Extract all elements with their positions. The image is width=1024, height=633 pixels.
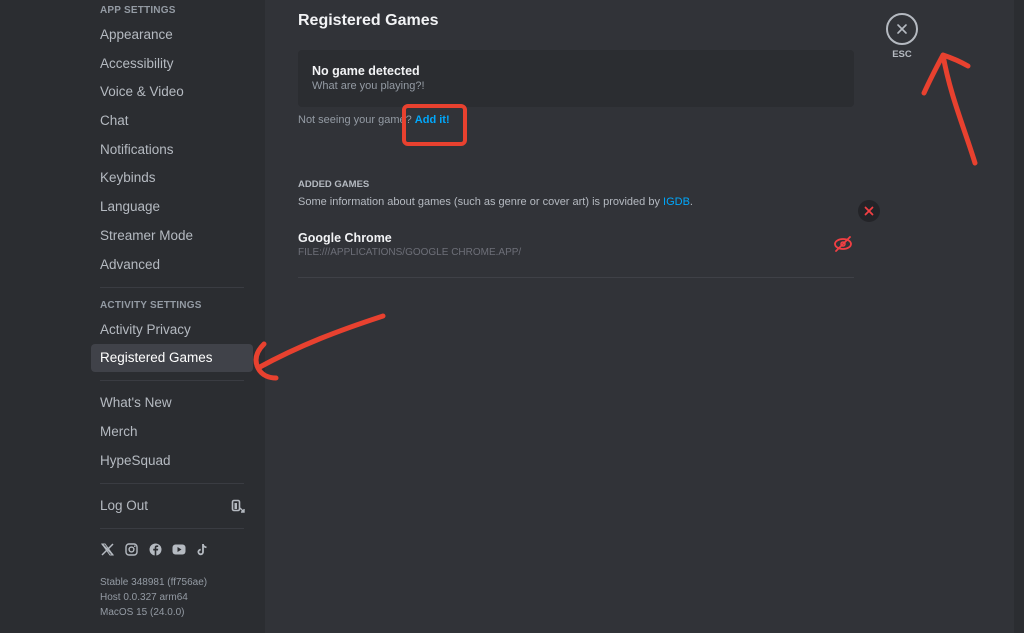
igdb-info-suffix: . [689, 196, 693, 208]
instagram-icon[interactable] [124, 543, 138, 557]
sidebar-divider [100, 527, 244, 529]
game-path: FILE:///APPLICATIONS/GOOGLE CHROME.APP/ [298, 247, 522, 258]
sidebar-item-merch[interactable]: Merch [91, 418, 253, 446]
sidebar-item-label: Activity Privacy [100, 321, 191, 337]
sidebar-item-label: Voice & Video [100, 84, 184, 100]
now-playing-subtitle: What are you playing?! [312, 80, 425, 92]
esc-label: ESC [892, 49, 912, 60]
sidebar-divider [100, 380, 244, 382]
app-settings-header: App Settings [100, 5, 176, 16]
tiktok-icon[interactable] [196, 543, 210, 557]
sidebar-item-streamer-mode[interactable]: Streamer Mode [91, 222, 253, 250]
igdb-link[interactable]: IGDB [663, 196, 690, 208]
sidebar-item-notifications[interactable]: Notifications [91, 136, 253, 164]
not-seeing-text: Not seeing your game? [298, 114, 412, 126]
sidebar-item-registered-games[interactable]: Registered Games [91, 344, 253, 373]
sidebar-item-hypesquad[interactable]: HypeSquad [91, 447, 253, 475]
sidebar-divider [100, 286, 244, 288]
sidebar-item-label: Merch [100, 423, 138, 439]
sidebar-item-label: Notifications [100, 141, 174, 157]
sidebar-item-voice-video[interactable]: Voice & Video [91, 78, 253, 106]
sidebar-item-label: Accessibility [100, 55, 174, 71]
igdb-info-text: Some information about games (such as ge… [298, 196, 664, 208]
not-seeing-game-row: Not seeing your game? Add it! [298, 114, 450, 126]
sidebar-divider [100, 482, 244, 484]
activity-settings-header: Activity Settings [100, 299, 202, 311]
sidebar-item-keybinds[interactable]: Keybinds [91, 164, 253, 192]
x-icon[interactable] [100, 543, 114, 557]
sidebar-item-language[interactable]: Language [91, 193, 253, 221]
facebook-icon[interactable] [148, 543, 162, 557]
added-games-header: Added Games [298, 179, 370, 190]
settings-sidebar: App Settings Appearance Accessibility Vo… [91, 0, 253, 633]
page-title: Registered Games [298, 12, 439, 29]
sidebar-item-label: What's New [100, 395, 172, 411]
sidebar-item-label: Chat [100, 113, 129, 129]
sidebar-item-label: HypeSquad [100, 452, 171, 468]
sidebar-item-label: Language [100, 199, 161, 215]
sidebar-item-chat[interactable]: Chat [91, 107, 253, 135]
close-icon [864, 206, 874, 216]
annotation-arrow-esc [921, 52, 978, 166]
added-game-row: Google Chrome FILE:///APPLICATIONS/GOOGL… [298, 223, 854, 278]
close-settings-button[interactable] [886, 13, 918, 45]
sidebar-item-advanced[interactable]: Advanced [91, 251, 253, 279]
now-playing-title: No game detected [312, 64, 420, 78]
igdb-info: Some information about games (such as ge… [298, 196, 693, 208]
sidebar-item-label: Streamer Mode [100, 227, 194, 243]
sidebar-item-whats-new[interactable]: What's New [91, 389, 253, 417]
sidebar-item-accessibility[interactable]: Accessibility [91, 50, 253, 78]
add-game-link[interactable]: Add it! [415, 114, 450, 126]
window-edge [1014, 0, 1024, 633]
sidebar-item-label: Advanced [100, 256, 161, 272]
logout-icon [231, 499, 245, 513]
now-playing-card: No game detected What are you playing?! [298, 50, 854, 107]
close-settings: ESC [885, 13, 919, 60]
sidebar-item-label: Appearance [100, 27, 173, 42]
toggle-overlay-button[interactable] [832, 233, 854, 255]
youtube-icon[interactable] [172, 543, 186, 557]
version-info: Stable 348981 (ff756ae) Host 0.0.327 arm… [91, 575, 253, 620]
sidebar-item-activity-privacy[interactable]: Activity Privacy [91, 316, 253, 344]
sidebar-item-appearance[interactable]: Appearance [91, 21, 253, 49]
sidebar-item-label: Keybinds [100, 170, 156, 186]
eye-off-icon [833, 235, 853, 253]
logout-label: Log Out [100, 497, 149, 513]
sidebar-region: App Settings Appearance Accessibility Vo… [0, 0, 265, 633]
remove-game-button[interactable] [858, 200, 880, 222]
version-os: MacOS 15 (24.0.0) [100, 606, 185, 618]
annotation-arrow-registered-games [253, 313, 386, 381]
version-host: Host 0.0.327 arm64 [100, 591, 188, 603]
logout-button[interactable]: Log Out [91, 492, 253, 520]
social-links [91, 539, 253, 561]
game-name: Google Chrome [298, 231, 392, 245]
close-icon [896, 23, 908, 35]
version-stable: Stable 348981 (ff756ae) [100, 576, 208, 588]
sidebar-item-label: Registered Games [100, 350, 213, 366]
